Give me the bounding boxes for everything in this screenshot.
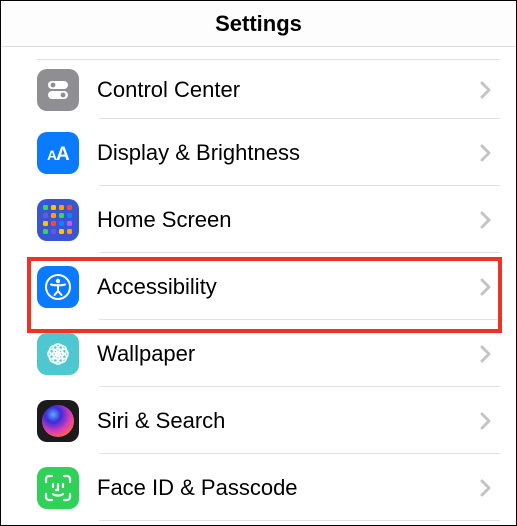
home-screen-icon: [37, 199, 79, 241]
wallpaper-icon: [37, 333, 79, 375]
row-label: Display & Brightness: [97, 140, 480, 166]
row-display-brightness[interactable]: A A Display & Brightness: [37, 119, 500, 186]
row-label: Face ID & Passcode: [97, 475, 480, 501]
row-accessibility[interactable]: Accessibility: [37, 253, 500, 320]
display-brightness-icon: A A: [37, 132, 79, 174]
chevron-right-icon: [480, 211, 492, 229]
svg-text:A: A: [56, 144, 70, 165]
chevron-right-icon: [480, 345, 492, 363]
row-control-center[interactable]: Control Center: [37, 59, 500, 119]
row-label: Home Screen: [97, 207, 480, 233]
page-title: Settings: [215, 11, 302, 37]
face-id-icon: [37, 467, 79, 509]
row-face-id-passcode[interactable]: Face ID & Passcode: [37, 454, 500, 521]
row-label: Accessibility: [97, 274, 480, 300]
row-label: Control Center: [97, 77, 480, 103]
chevron-right-icon: [480, 81, 492, 99]
row-siri-search[interactable]: Siri & Search: [37, 387, 500, 454]
list-top-gap: [1, 47, 516, 59]
header: Settings: [1, 1, 516, 47]
chevron-right-icon: [480, 479, 492, 497]
row-home-screen[interactable]: Home Screen: [37, 186, 500, 253]
chevron-right-icon: [480, 278, 492, 296]
row-label: Wallpaper: [97, 341, 480, 367]
accessibility-icon: [37, 266, 79, 308]
row-wallpaper[interactable]: Wallpaper: [37, 320, 500, 387]
chevron-right-icon: [480, 144, 492, 162]
chevron-right-icon: [480, 412, 492, 430]
row-label: Siri & Search: [97, 408, 480, 434]
siri-icon: [37, 400, 79, 442]
control-center-icon: [37, 69, 79, 111]
settings-list: Control Center A A Display & Brightness …: [1, 59, 516, 521]
